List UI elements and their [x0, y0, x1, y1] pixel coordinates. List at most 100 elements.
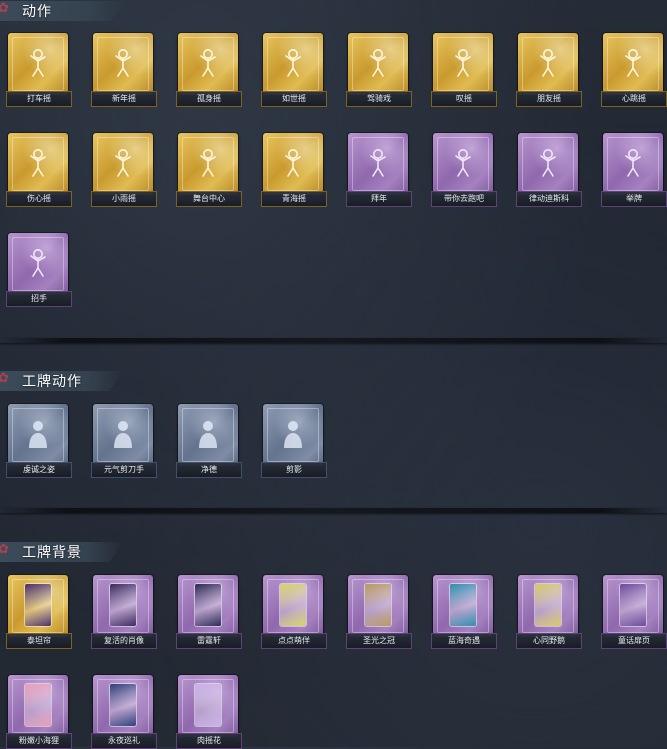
badge-background-thumbnail: [365, 584, 391, 626]
item-label: 拜年: [346, 191, 412, 207]
card-frame: [518, 33, 578, 95]
card-frame: [8, 675, 68, 737]
item-label: 打车摇: [6, 91, 72, 107]
section-divider: [0, 508, 667, 513]
item-label: 驾骑戏: [346, 91, 412, 107]
item-card[interactable]: 孤身摇: [176, 33, 242, 107]
item-label: 举牌: [601, 191, 667, 207]
item-card[interactable]: 雷霆轩: [176, 575, 242, 649]
pose-figure-icon: [25, 48, 51, 78]
pose-figure-icon: [280, 148, 306, 178]
card-frame: [93, 404, 153, 466]
card-frame: [178, 404, 238, 466]
item-card[interactable]: 律动迪斯科: [516, 133, 582, 207]
item-label: 叹摇: [431, 91, 497, 107]
item-card[interactable]: 心同野鹅: [516, 575, 582, 649]
silhouette-icon: [280, 419, 306, 449]
item-label: 复活的肖像: [91, 633, 157, 649]
item-card[interactable]: 舞台中心: [176, 133, 242, 207]
card-frame: [348, 33, 408, 95]
pose-figure-icon: [195, 48, 221, 78]
card-frame: [8, 133, 68, 195]
item-label: 带你去跑吧: [431, 191, 497, 207]
badge-background-thumbnail: [280, 584, 306, 626]
card-frame: [93, 133, 153, 195]
item-card[interactable]: 圣光之冠: [346, 575, 412, 649]
item-card[interactable]: 小雨摇: [91, 133, 157, 207]
item-card[interactable]: 永夜巡礼: [91, 675, 157, 749]
item-label: 孤身摇: [176, 91, 242, 107]
item-card[interactable]: 童话扉页: [601, 575, 667, 649]
card-frame: [8, 233, 68, 295]
pose-figure-icon: [535, 48, 561, 78]
item-label: 泰坦帘: [6, 633, 72, 649]
pose-figure-icon: [25, 148, 51, 178]
item-card[interactable]: 粉嫩小海狸: [6, 675, 72, 749]
item-card[interactable]: 青海摇: [261, 133, 327, 207]
item-card[interactable]: 打车摇: [6, 33, 72, 107]
item-card[interactable]: 心跳摇: [601, 33, 667, 107]
item-card[interactable]: 驾骑戏: [346, 33, 412, 107]
pose-figure-icon: [365, 48, 391, 78]
section-title: 动作: [22, 4, 52, 20]
pose-figure-icon: [535, 148, 561, 178]
item-label: 伤心摇: [6, 191, 72, 207]
item-label: 律动迪斯科: [516, 191, 582, 207]
pose-figure-icon: [450, 48, 476, 78]
badge-background-thumbnail: [25, 584, 51, 626]
item-label: 舞台中心: [176, 191, 242, 207]
item-card[interactable]: 招手: [6, 233, 72, 307]
item-card[interactable]: 拜年: [346, 133, 412, 207]
pose-figure-icon: [365, 148, 391, 178]
card-frame: [263, 575, 323, 637]
card-frame: [93, 575, 153, 637]
item-label: 青海摇: [261, 191, 327, 207]
badge-background-thumbnail: [195, 584, 221, 626]
card-frame: [518, 575, 578, 637]
item-label: 元气剪刀手: [91, 462, 157, 478]
item-card[interactable]: 叹摇: [431, 33, 497, 107]
pose-figure-icon: [110, 148, 136, 178]
item-card[interactable]: 举牌: [601, 133, 667, 207]
silhouette-icon: [110, 419, 136, 449]
section-divider: [0, 338, 667, 343]
card-frame: [178, 675, 238, 737]
pose-figure-icon: [195, 148, 221, 178]
item-card[interactable]: 伤心摇: [6, 133, 72, 207]
item-label: 雷霆轩: [176, 633, 242, 649]
item-card[interactable]: 新年摇: [91, 33, 157, 107]
item-card[interactable]: 剪影: [261, 404, 327, 478]
card-frame: [263, 133, 323, 195]
item-card[interactable]: 如世摇: [261, 33, 327, 107]
silhouette-icon: [25, 419, 51, 449]
badge-background-thumbnail: [25, 684, 51, 726]
card-frame: [433, 133, 493, 195]
item-card[interactable]: 带你去跑吧: [431, 133, 497, 207]
pose-figure-icon: [450, 148, 476, 178]
badge-background-thumbnail: [450, 584, 476, 626]
item-card[interactable]: 净德: [176, 404, 242, 478]
pose-figure-icon: [25, 248, 51, 278]
item-card[interactable]: 虔诚之姿: [6, 404, 72, 478]
item-label: 童话扉页: [601, 633, 667, 649]
item-card[interactable]: 元气剪刀手: [91, 404, 157, 478]
card-frame: [603, 133, 663, 195]
item-card[interactable]: 泰坦帘: [6, 575, 72, 649]
badge-background-thumbnail: [620, 584, 646, 626]
badge-background-thumbnail: [195, 684, 221, 726]
item-card[interactable]: 蓝海奇遇: [431, 575, 497, 649]
card-frame: [8, 33, 68, 95]
item-card[interactable]: 点点萌佯: [261, 575, 327, 649]
item-card[interactable]: 肉摇花: [176, 675, 242, 749]
item-label: 净德: [176, 462, 242, 478]
silhouette-icon: [195, 419, 221, 449]
item-card[interactable]: 复活的肖像: [91, 575, 157, 649]
item-label: 新年摇: [91, 91, 157, 107]
card-frame: [433, 33, 493, 95]
flower-icon: ✿: [0, 1, 9, 16]
badge-background-thumbnail: [110, 584, 136, 626]
item-card[interactable]: 朋友摇: [516, 33, 582, 107]
card-frame: [178, 133, 238, 195]
card-frame: [178, 575, 238, 637]
item-label: 如世摇: [261, 91, 327, 107]
